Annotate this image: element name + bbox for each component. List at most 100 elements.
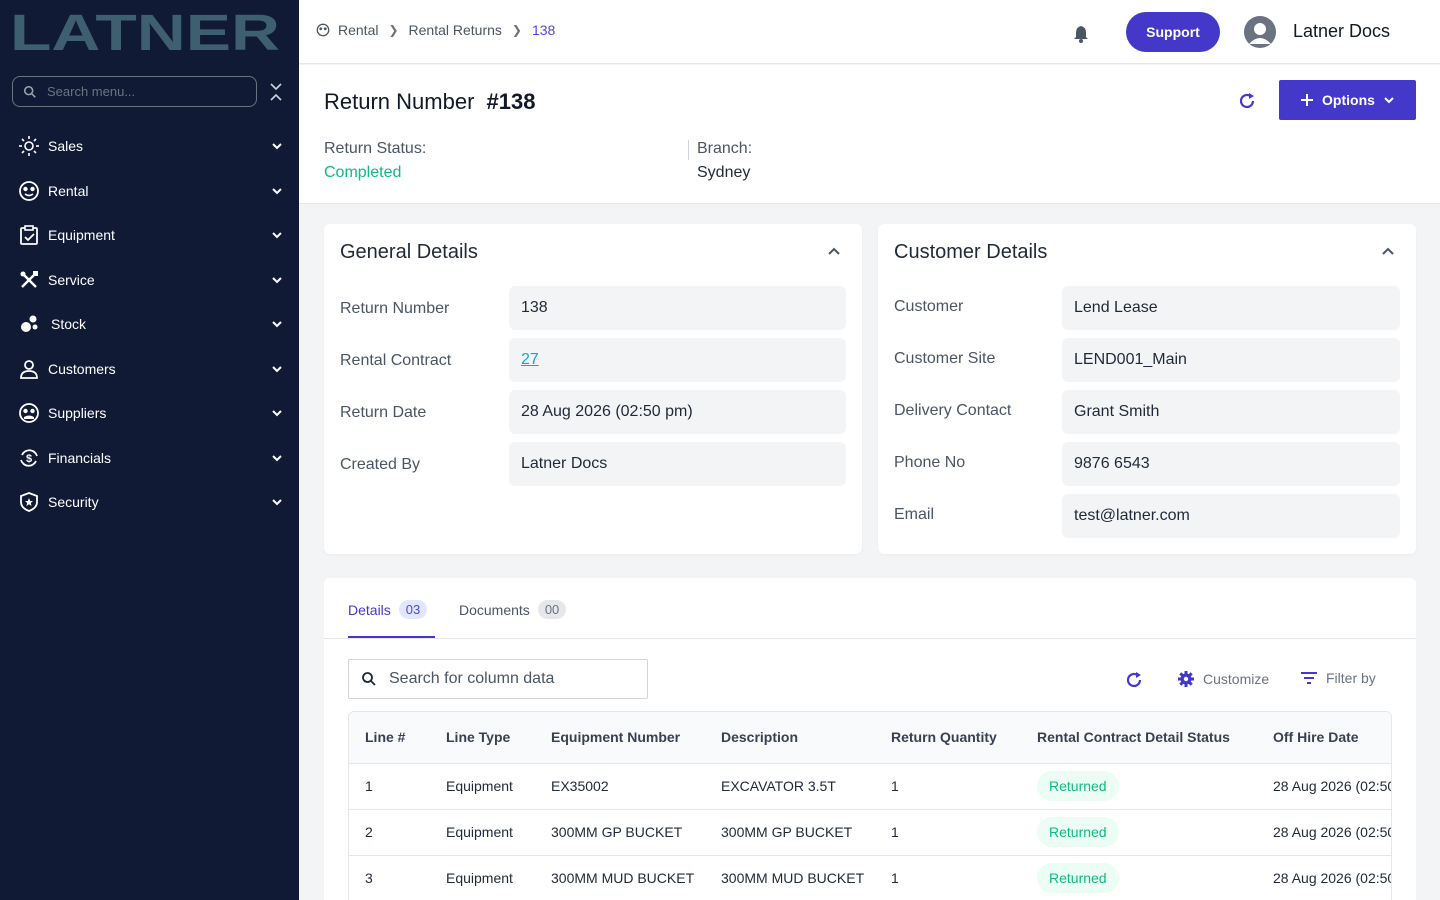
divider xyxy=(324,638,1416,639)
sidebar-nav: Sales Rental Equipment Service Stock Cus… xyxy=(0,124,299,525)
options-label: Options xyxy=(1322,92,1375,108)
breadcrumb-rental[interactable]: Rental xyxy=(338,22,378,38)
status-badge: Returned xyxy=(1037,817,1119,847)
support-button[interactable]: Support xyxy=(1126,12,1220,52)
return-status-label: Return Status: xyxy=(324,140,427,157)
sidebar-item-stock[interactable]: Stock xyxy=(0,302,299,347)
suppliers-icon xyxy=(18,402,40,424)
rental-contract-link[interactable]: 27 xyxy=(521,351,539,369)
column-search-box[interactable] xyxy=(348,659,648,699)
sidebar-item-suppliers[interactable]: Suppliers xyxy=(0,391,299,436)
field-value: Lend Lease xyxy=(1074,299,1158,316)
sidebar-item-customers[interactable]: Customers xyxy=(0,347,299,392)
chevron-up-icon[interactable] xyxy=(1381,244,1395,258)
menu-search-box[interactable] xyxy=(12,76,257,107)
refresh-icon[interactable] xyxy=(1124,670,1144,690)
rental-icon xyxy=(18,180,40,202)
page-title: Return Number #138 xyxy=(324,89,535,115)
equipment-icon xyxy=(18,224,40,246)
sidebar-item-security[interactable]: Security xyxy=(0,480,299,525)
tab-details[interactable]: Details 03 xyxy=(348,600,428,619)
bell-icon[interactable] xyxy=(1071,24,1091,44)
field-label: Phone No xyxy=(894,454,966,471)
chevron-down-icon xyxy=(272,366,282,373)
return-status-value: Completed xyxy=(324,164,402,181)
column-header[interactable]: Equipment Number xyxy=(551,729,680,745)
branch-label: Branch: xyxy=(697,140,753,157)
field-value: test@latner.com xyxy=(1074,507,1190,524)
field-value: 9876 6543 xyxy=(1074,455,1150,472)
collapse-sidebar-icon[interactable] xyxy=(268,82,284,102)
field-label: Delivery Contact xyxy=(894,402,1012,419)
chevron-up-icon[interactable] xyxy=(827,244,841,258)
customer-site-field: LEND001_Main xyxy=(1062,338,1400,382)
user-name[interactable]: Latner Docs xyxy=(1293,21,1390,42)
menu-search-input[interactable] xyxy=(47,84,237,99)
sidebar-item-label: Service xyxy=(48,271,95,288)
sidebar-item-label: Stock xyxy=(51,316,87,333)
column-header[interactable]: Description xyxy=(721,729,798,745)
table-header: Line # Line Type Equipment Number Descri… xyxy=(349,712,1391,763)
tab-count-badge: 03 xyxy=(398,600,428,619)
sidebar-item-financials[interactable]: $ Financials xyxy=(0,436,299,481)
svg-text:$: $ xyxy=(26,453,32,465)
return-header: Return Number #138 Options Return Status… xyxy=(299,65,1440,204)
sidebar-item-equipment[interactable]: Equipment xyxy=(0,213,299,258)
customize-label: Customize xyxy=(1203,671,1270,687)
field-label: Customer Site xyxy=(894,350,996,367)
customize-button[interactable]: Customize xyxy=(1177,670,1269,688)
plus-icon xyxy=(1301,94,1314,106)
chevron-down-icon xyxy=(272,499,282,506)
chevron-down-icon xyxy=(272,232,282,239)
filter-button[interactable]: Filter by xyxy=(1300,670,1376,686)
sidebar-item-label: Rental xyxy=(48,182,89,199)
tab-documents[interactable]: Documents 00 xyxy=(459,600,567,619)
search-icon xyxy=(362,672,376,686)
table-row[interactable]: 2 Equipment 300MM GP BUCKET 300MM GP BUC… xyxy=(349,809,1392,855)
refresh-icon[interactable] xyxy=(1237,91,1257,111)
customer-field: Lend Lease xyxy=(1062,286,1400,330)
return-number-field: 138 xyxy=(509,286,846,330)
sidebar-item-service[interactable]: Service xyxy=(0,258,299,303)
logo-text: LATNER xyxy=(10,12,280,52)
column-header[interactable]: Line # xyxy=(365,729,405,745)
column-header[interactable]: Off Hire Date xyxy=(1273,729,1359,745)
sidebar-item-label: Equipment xyxy=(48,227,115,244)
email-field: test@latner.com xyxy=(1062,494,1400,538)
search-icon xyxy=(23,85,36,98)
field-label: Return Number xyxy=(340,300,450,317)
cell-line-type: Equipment xyxy=(446,824,513,840)
field-label: Return Date xyxy=(340,404,427,421)
page-title-label: Return Number xyxy=(324,89,475,114)
column-header[interactable]: Rental Contract Detail Status xyxy=(1037,729,1230,745)
chevron-down-icon xyxy=(1384,97,1394,104)
breadcrumb-rental-returns[interactable]: Rental Returns xyxy=(409,22,502,38)
sidebar: LATNER Sales Rental Equipment Service xyxy=(0,0,299,900)
sidebar-item-label: Customers xyxy=(48,360,116,377)
phone-field: 9876 6543 xyxy=(1062,442,1400,486)
chevron-down-icon xyxy=(272,410,282,417)
chevron-right-icon: ❯ xyxy=(511,23,522,37)
tab-label: Details xyxy=(348,601,391,618)
cell-return-quantity: 1 xyxy=(891,824,899,840)
rental-contract-field: 27 xyxy=(509,338,846,382)
sidebar-item-sales[interactable]: Sales xyxy=(0,124,299,169)
cell-line-number: 3 xyxy=(365,870,373,886)
avatar[interactable] xyxy=(1244,16,1276,48)
sidebar-item-rental[interactable]: Rental xyxy=(0,169,299,214)
cell-description: 300MM MUD BUCKET xyxy=(721,870,865,886)
page-title-number: #138 xyxy=(486,89,536,114)
table-row[interactable]: 3 Equipment 300MM MUD BUCKET 300MM MUD B… xyxy=(349,855,1391,900)
options-button[interactable]: Options xyxy=(1279,80,1416,120)
column-search-input[interactable] xyxy=(389,670,639,688)
tab-label: Documents xyxy=(459,601,530,618)
table-row[interactable]: 1 Equipment EX35002 EXCAVATOR 3.5T 1 Ret… xyxy=(349,763,1391,809)
cell-off-hire-date: 28 Aug 2026 (02:50 pm) xyxy=(1273,824,1392,840)
sidebar-item-label: Security xyxy=(48,494,99,511)
breadcrumb-current: 138 xyxy=(531,22,556,38)
sidebar-item-label: Sales xyxy=(48,138,84,155)
stock-icon xyxy=(18,313,40,335)
column-header[interactable]: Return Quantity xyxy=(891,729,997,745)
breadcrumb: Rental ❯ Rental Returns ❯ 138 xyxy=(316,22,555,38)
column-header[interactable]: Line Type xyxy=(446,729,510,745)
